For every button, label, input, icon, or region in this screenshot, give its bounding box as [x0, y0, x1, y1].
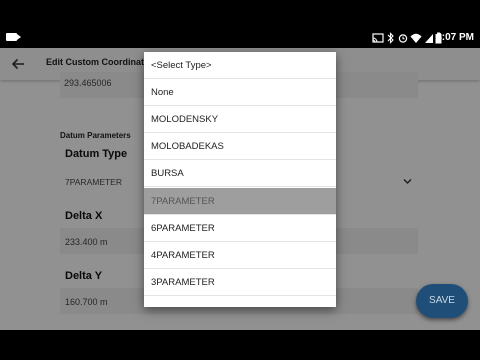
save-button[interactable]: SAVE [416, 284, 468, 318]
camera-icon [6, 33, 21, 41]
bluetooth-icon [387, 32, 394, 44]
dropdown-item-7parameter[interactable]: 7PARAMETER [144, 188, 336, 215]
dropdown-item-none[interactable]: None [144, 79, 336, 106]
dropdown-item-molodensky[interactable]: MOLODENSKY [144, 106, 336, 133]
status-time: 4:07 PM [436, 32, 474, 43]
letterbox-top [0, 0, 480, 28]
dropdown-item-select-type[interactable]: <Select Type> [144, 52, 336, 79]
device-screen: 4:07 PM Edit Custom Coordinate 293.46500… [0, 0, 480, 360]
dropdown-item-bursa[interactable]: BURSA [144, 160, 336, 187]
status-bar: 4:07 PM [0, 28, 480, 48]
dropdown-item-molobadekas[interactable]: MOLOBADEKAS [144, 133, 336, 160]
dropdown-item-3parameter[interactable]: 3PARAMETER [144, 269, 336, 296]
dropdown-item-6parameter[interactable]: 6PARAMETER [144, 215, 336, 242]
signal-icon [425, 34, 433, 43]
dropdown-item-4parameter[interactable]: 4PARAMETER [144, 242, 336, 269]
datum-type-dropdown: <Select Type> None MOLODENSKY MOLOBADEKA… [144, 52, 336, 307]
alarm-icon [398, 34, 408, 43]
cast-icon [372, 33, 384, 43]
letterbox-bottom [0, 330, 480, 360]
wifi-icon [410, 33, 422, 43]
